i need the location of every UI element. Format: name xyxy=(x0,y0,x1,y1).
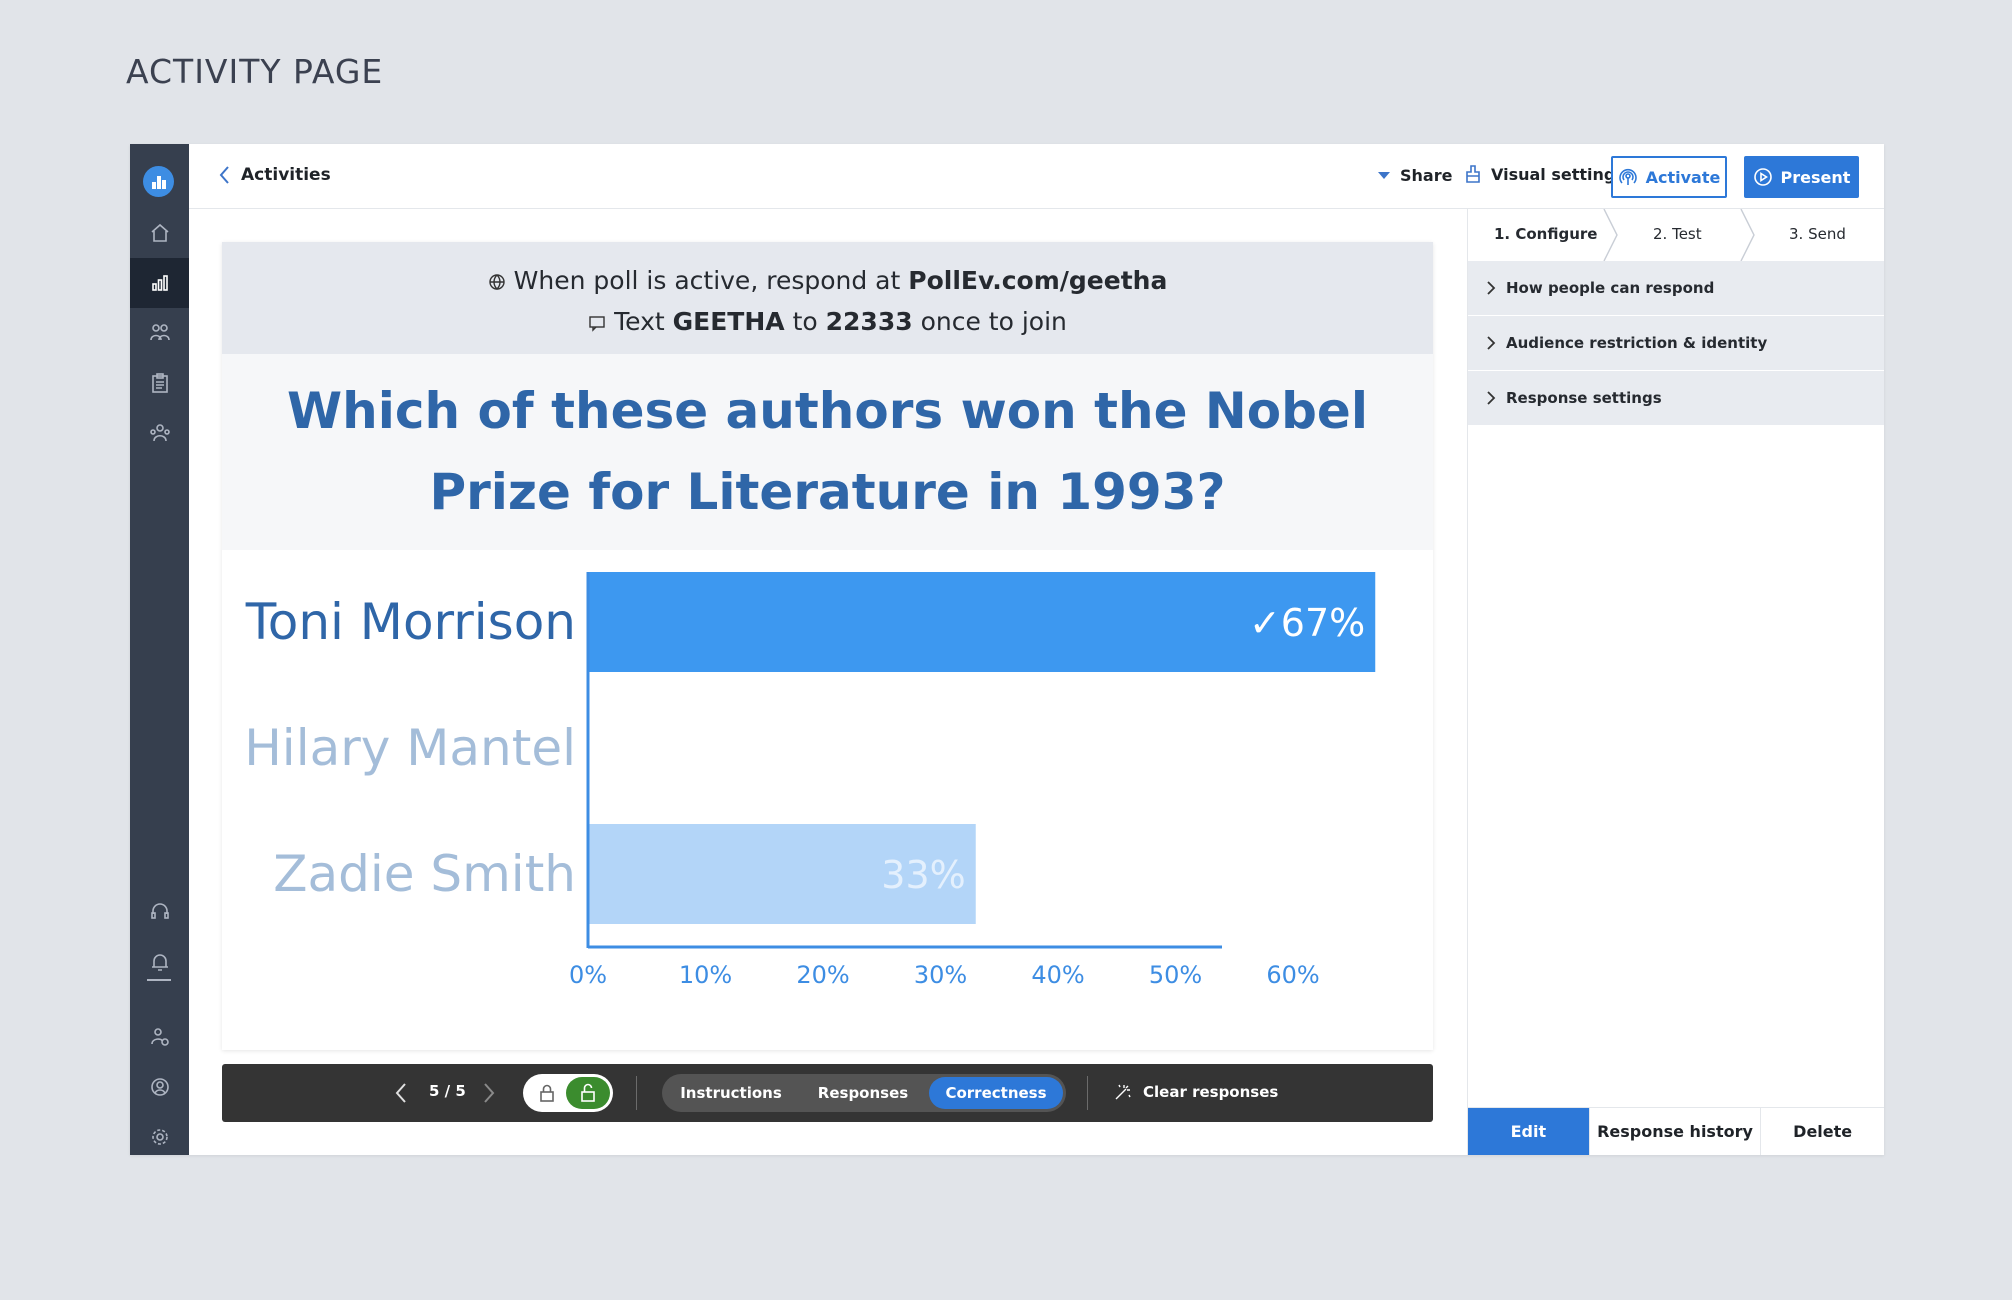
correctness-tab[interactable]: Correctness xyxy=(929,1077,1063,1109)
control-divider xyxy=(1087,1076,1088,1110)
text-prefix: Text xyxy=(614,307,665,336)
edit-tab[interactable]: Edit xyxy=(1468,1108,1590,1155)
bar-value-label: 33% xyxy=(881,853,965,897)
instructions-tab[interactable]: Instructions xyxy=(665,1077,797,1109)
sidebar-divider xyxy=(147,979,171,981)
clear-responses-label: Clear responses xyxy=(1143,1083,1279,1101)
present-button[interactable]: Present xyxy=(1744,156,1859,198)
sms-icon xyxy=(589,316,605,332)
activities-icon[interactable] xyxy=(130,258,189,308)
x-tick-label: 40% xyxy=(1031,961,1084,989)
page-indicator: 5 / 5 xyxy=(429,1082,466,1100)
respond-sms-line: Text GEETHA to 22333 once to join xyxy=(222,301,1433,342)
back-label: Activities xyxy=(241,165,331,185)
groups-icon[interactable] xyxy=(130,408,189,458)
previous-slide-button[interactable] xyxy=(394,1081,408,1105)
bar-value-label: ✓67% xyxy=(1249,601,1365,645)
x-tick-label: 10% xyxy=(679,961,732,989)
share-label: Share xyxy=(1400,166,1453,185)
text-number: 22333 xyxy=(825,307,913,336)
category-label: Toni Morrison xyxy=(245,593,576,651)
responses-tab[interactable]: Responses xyxy=(797,1077,929,1109)
lock-responses-toggle[interactable] xyxy=(523,1074,613,1112)
x-tick-label: 30% xyxy=(914,961,967,989)
step-configure[interactable]: 1. Configure xyxy=(1494,225,1597,243)
question-area: Which of these authors won the Nobel Pri… xyxy=(222,354,1433,550)
step-chevron-icon xyxy=(1601,208,1621,262)
x-tick-label: 50% xyxy=(1149,961,1202,989)
chevron-right-icon xyxy=(1487,391,1496,405)
activate-button[interactable]: Activate xyxy=(1611,156,1727,198)
support-icon[interactable] xyxy=(130,887,189,937)
response-history-tab[interactable]: Response history xyxy=(1590,1108,1762,1155)
clear-responses-button[interactable]: Clear responses xyxy=(1113,1082,1278,1102)
x-tick-label: 20% xyxy=(796,961,849,989)
text-code: GEETHA xyxy=(672,307,785,336)
chevron-right-icon xyxy=(1487,336,1496,350)
visual-settings-label: Visual settings xyxy=(1491,164,1625,184)
logo-icon[interactable] xyxy=(143,166,174,197)
chevron-right-icon xyxy=(484,1083,495,1103)
broadcast-icon xyxy=(1618,168,1637,185)
text-suffix: once to join xyxy=(920,307,1067,336)
section-response-settings[interactable]: Response settings xyxy=(1468,371,1884,425)
results-chart-svg: Toni Morrison ✓67% Hilary Mantel Zadie Smit… xyxy=(244,572,1376,989)
control-divider xyxy=(636,1076,637,1110)
x-tick-label: 0% xyxy=(569,961,607,989)
globe-icon xyxy=(488,274,505,290)
page-label: ACTIVITY PAGE xyxy=(126,52,384,91)
respond-instructions: When poll is active, respond at PollEv.c… xyxy=(222,242,1433,354)
next-slide-button[interactable] xyxy=(482,1081,496,1105)
account-icon[interactable] xyxy=(130,1062,189,1112)
results-chart: Toni Morrison ✓67% Hilary Mantel Zadie Smit… xyxy=(222,550,1433,1050)
lock-icon[interactable] xyxy=(537,1083,557,1103)
share-button[interactable]: Share xyxy=(1378,166,1452,185)
chevron-left-icon xyxy=(219,166,229,184)
view-mode-selector: Instructions Responses Correctness xyxy=(662,1074,1066,1112)
chevron-right-icon xyxy=(1487,281,1496,295)
panel-footer-tabs: Edit Response history Delete xyxy=(1468,1107,1884,1155)
text-mid: to xyxy=(792,307,818,336)
poll-slide: When poll is active, respond at PollEv.c… xyxy=(222,242,1433,1050)
unlock-icon[interactable] xyxy=(566,1077,610,1109)
respond-url: PollEv.com/geetha xyxy=(908,266,1168,295)
step-chevron-icon xyxy=(1738,208,1758,262)
respond-prefix: When poll is active, respond at xyxy=(513,266,901,295)
sidebar xyxy=(130,144,189,1155)
activate-label: Activate xyxy=(1645,167,1721,187)
respond-web-line: When poll is active, respond at PollEv.c… xyxy=(222,260,1433,301)
invite-user-icon[interactable] xyxy=(130,1012,189,1062)
step-test[interactable]: 2. Test xyxy=(1653,225,1702,243)
caret-down-icon xyxy=(1378,172,1390,179)
home-icon[interactable] xyxy=(130,208,189,258)
settings-icon[interactable] xyxy=(130,1112,189,1155)
section-label: How people can respond xyxy=(1506,279,1715,297)
section-label: Audience restriction & identity xyxy=(1506,334,1768,352)
presentation-controls: 5 / 5 Instructions Responses Correctness… xyxy=(222,1064,1433,1122)
category-label: Hilary Mantel xyxy=(244,719,576,777)
back-to-activities-link[interactable]: Activities xyxy=(217,164,331,186)
step-send[interactable]: 3. Send xyxy=(1789,225,1846,243)
chevron-left-icon xyxy=(395,1083,406,1103)
play-circle-icon xyxy=(1753,168,1772,186)
section-audience-restriction[interactable]: Audience restriction & identity xyxy=(1468,316,1884,370)
delete-tab[interactable]: Delete xyxy=(1761,1108,1884,1155)
category-label: Zadie Smith xyxy=(273,845,576,903)
visual-settings-button[interactable]: Visual settings xyxy=(1463,164,1625,184)
section-how-people-can-respond[interactable]: How people can respond xyxy=(1468,261,1884,315)
x-tick-label: 60% xyxy=(1266,961,1319,989)
step-tabs: 1. Configure 2. Test 3. Send xyxy=(1468,208,1884,262)
app-window: Activities Share Visual settings Activat… xyxy=(130,144,1884,1155)
present-label: Present xyxy=(1780,167,1851,187)
reports-icon[interactable] xyxy=(130,358,189,408)
participants-icon[interactable] xyxy=(130,308,189,358)
top-bar: Activities Share Visual settings Activat… xyxy=(189,144,1884,209)
clear-sparkle-icon xyxy=(1115,1084,1131,1100)
section-label: Response settings xyxy=(1506,389,1662,407)
brush-icon xyxy=(1466,165,1480,183)
configure-panel: 1. Configure 2. Test 3. Send How people … xyxy=(1467,208,1884,1155)
poll-question: Which of these authors won the Nobel Pri… xyxy=(287,382,1368,521)
